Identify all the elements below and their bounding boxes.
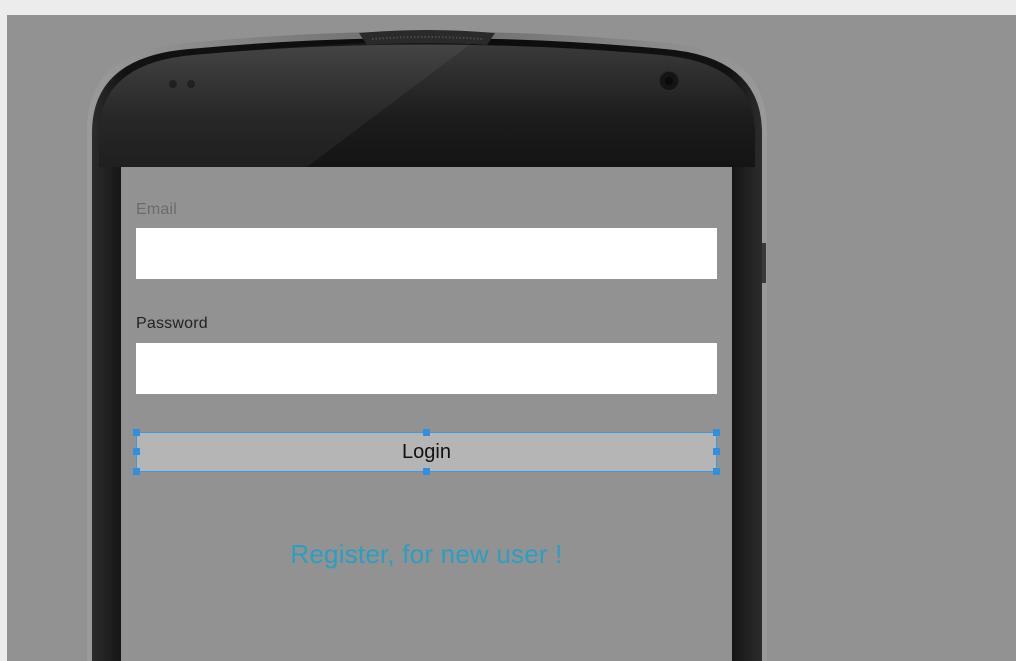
resize-handle-bottom-left[interactable]	[133, 468, 140, 475]
resize-handle-bottom-right[interactable]	[713, 468, 720, 475]
resize-handle-middle-right[interactable]	[713, 448, 720, 455]
resize-handle-top-left[interactable]	[133, 429, 140, 436]
resize-handle-top-center[interactable]	[423, 429, 430, 436]
login-button[interactable]: Login	[136, 432, 717, 472]
design-canvas: Email Password Login Register, for new u…	[7, 15, 1016, 661]
register-link[interactable]: Register, for new user !	[121, 539, 732, 570]
resize-handle-top-right[interactable]	[713, 429, 720, 436]
resize-handle-bottom-center[interactable]	[423, 468, 430, 475]
email-label: Email	[136, 201, 178, 218]
resize-handle-middle-left[interactable]	[133, 448, 140, 455]
app-screen: Email Password Login Register, for new u…	[121, 167, 732, 661]
email-field[interactable]	[136, 228, 717, 279]
password-label: Password	[136, 315, 208, 332]
password-field[interactable]	[136, 343, 717, 394]
